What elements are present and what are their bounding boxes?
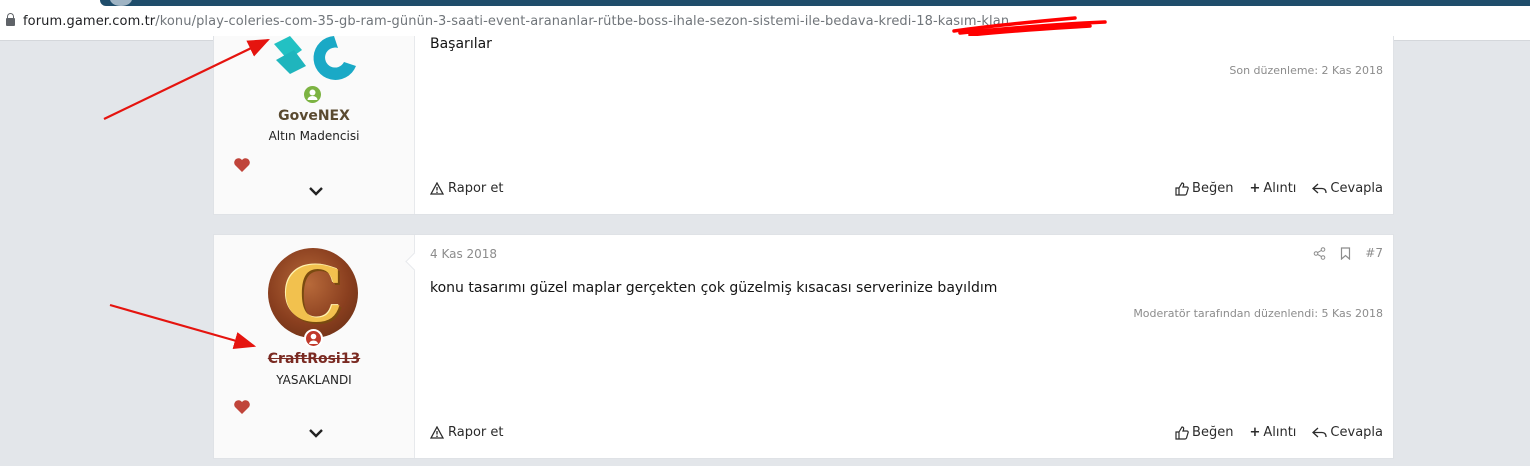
reply-button[interactable]: Cevapla <box>1312 425 1383 440</box>
plus-icon: + <box>1249 181 1261 196</box>
redaction-scribble <box>952 16 1107 37</box>
post-card: GoveNEX Altın Madencisi Başarılar Son dü… <box>213 36 1394 215</box>
user-title: YASAKLANDI <box>276 373 352 387</box>
post-user-column: GoveNEX Altın Madencisi <box>214 36 415 214</box>
avatar-letter: C <box>282 250 344 338</box>
reply-icon <box>1312 183 1328 194</box>
post-main: Başarılar Son düzenleme: 2 Kas 2018 Rapo… <box>415 36 1393 214</box>
username-link[interactable]: CraftRosi13 <box>214 351 414 367</box>
quote-label: Alıntı <box>1263 425 1297 440</box>
thumbs-up-icon <box>1175 425 1189 440</box>
edited-note: Son düzenleme: 2 Kas 2018 <box>1229 64 1383 77</box>
heart-icon[interactable] <box>233 157 251 173</box>
heart-icon[interactable] <box>233 399 251 415</box>
report-label: Rapor et <box>448 181 504 196</box>
like-button[interactable]: Beğen <box>1175 425 1233 440</box>
reply-button[interactable]: Cevapla <box>1312 181 1383 196</box>
quote-label: Alıntı <box>1263 181 1297 196</box>
post-message: konu tasarımı güzel maplar gerçekten çok… <box>430 280 998 296</box>
url-host: forum.gamer.com.tr <box>23 14 156 29</box>
thumbs-up-icon <box>1175 181 1189 196</box>
post-message: Başarılar <box>430 36 492 52</box>
warning-icon <box>430 426 444 439</box>
chevron-down-icon[interactable] <box>308 427 324 439</box>
reply-label: Cevapla <box>1330 181 1383 196</box>
plus-icon: + <box>1249 425 1261 440</box>
post-actions: Beğen + Alıntı Cevapla <box>1175 425 1383 440</box>
report-link[interactable]: Rapor et <box>430 425 504 440</box>
share-icon[interactable] <box>1313 246 1326 260</box>
reply-icon <box>1312 427 1328 438</box>
warning-icon <box>430 182 444 195</box>
chevron-down-icon[interactable] <box>308 185 324 197</box>
user-avatar[interactable]: C <box>268 248 358 338</box>
bookmark-icon[interactable] <box>1340 246 1351 260</box>
post-date[interactable]: 4 Kas 2018 <box>430 247 497 261</box>
url-text[interactable]: forum.gamer.com.tr/konu/play-coleries-co… <box>23 14 1022 29</box>
url-path: /konu/play-coleries-com-35-gb-ram-günün-… <box>155 14 1022 29</box>
user-title: Altın Madencisi <box>268 129 360 143</box>
report-label: Rapor et <box>448 425 504 440</box>
like-label: Beğen <box>1192 181 1234 196</box>
like-label: Beğen <box>1192 425 1234 440</box>
banned-status-icon <box>304 329 323 348</box>
report-link[interactable]: Rapor et <box>430 181 504 196</box>
post-main: 4 Kas 2018 #7 konu tasarımı güzel maplar… <box>405 235 1393 458</box>
edited-note: Moderatör tarafından düzenlendi: 5 Kas 2… <box>1133 307 1383 320</box>
online-status-icon <box>304 86 321 103</box>
reply-label: Cevapla <box>1330 425 1383 440</box>
user-avatar[interactable] <box>272 36 362 86</box>
quote-button[interactable]: + Alıntı <box>1249 181 1296 196</box>
post-user-column: C CraftRosi13 YASAKLANDI <box>214 235 415 458</box>
post-tools: #7 <box>1313 246 1383 260</box>
post-actions: Beğen + Alıntı Cevapla <box>1175 181 1383 196</box>
username-link[interactable]: GoveNEX <box>214 108 414 124</box>
like-button[interactable]: Beğen <box>1175 181 1233 196</box>
quote-button[interactable]: + Alıntı <box>1249 425 1296 440</box>
post-card: C CraftRosi13 YASAKLANDI 4 Kas 2018 #7 k… <box>213 234 1394 459</box>
post-number-link[interactable]: #7 <box>1365 246 1383 260</box>
lock-icon <box>6 13 15 26</box>
